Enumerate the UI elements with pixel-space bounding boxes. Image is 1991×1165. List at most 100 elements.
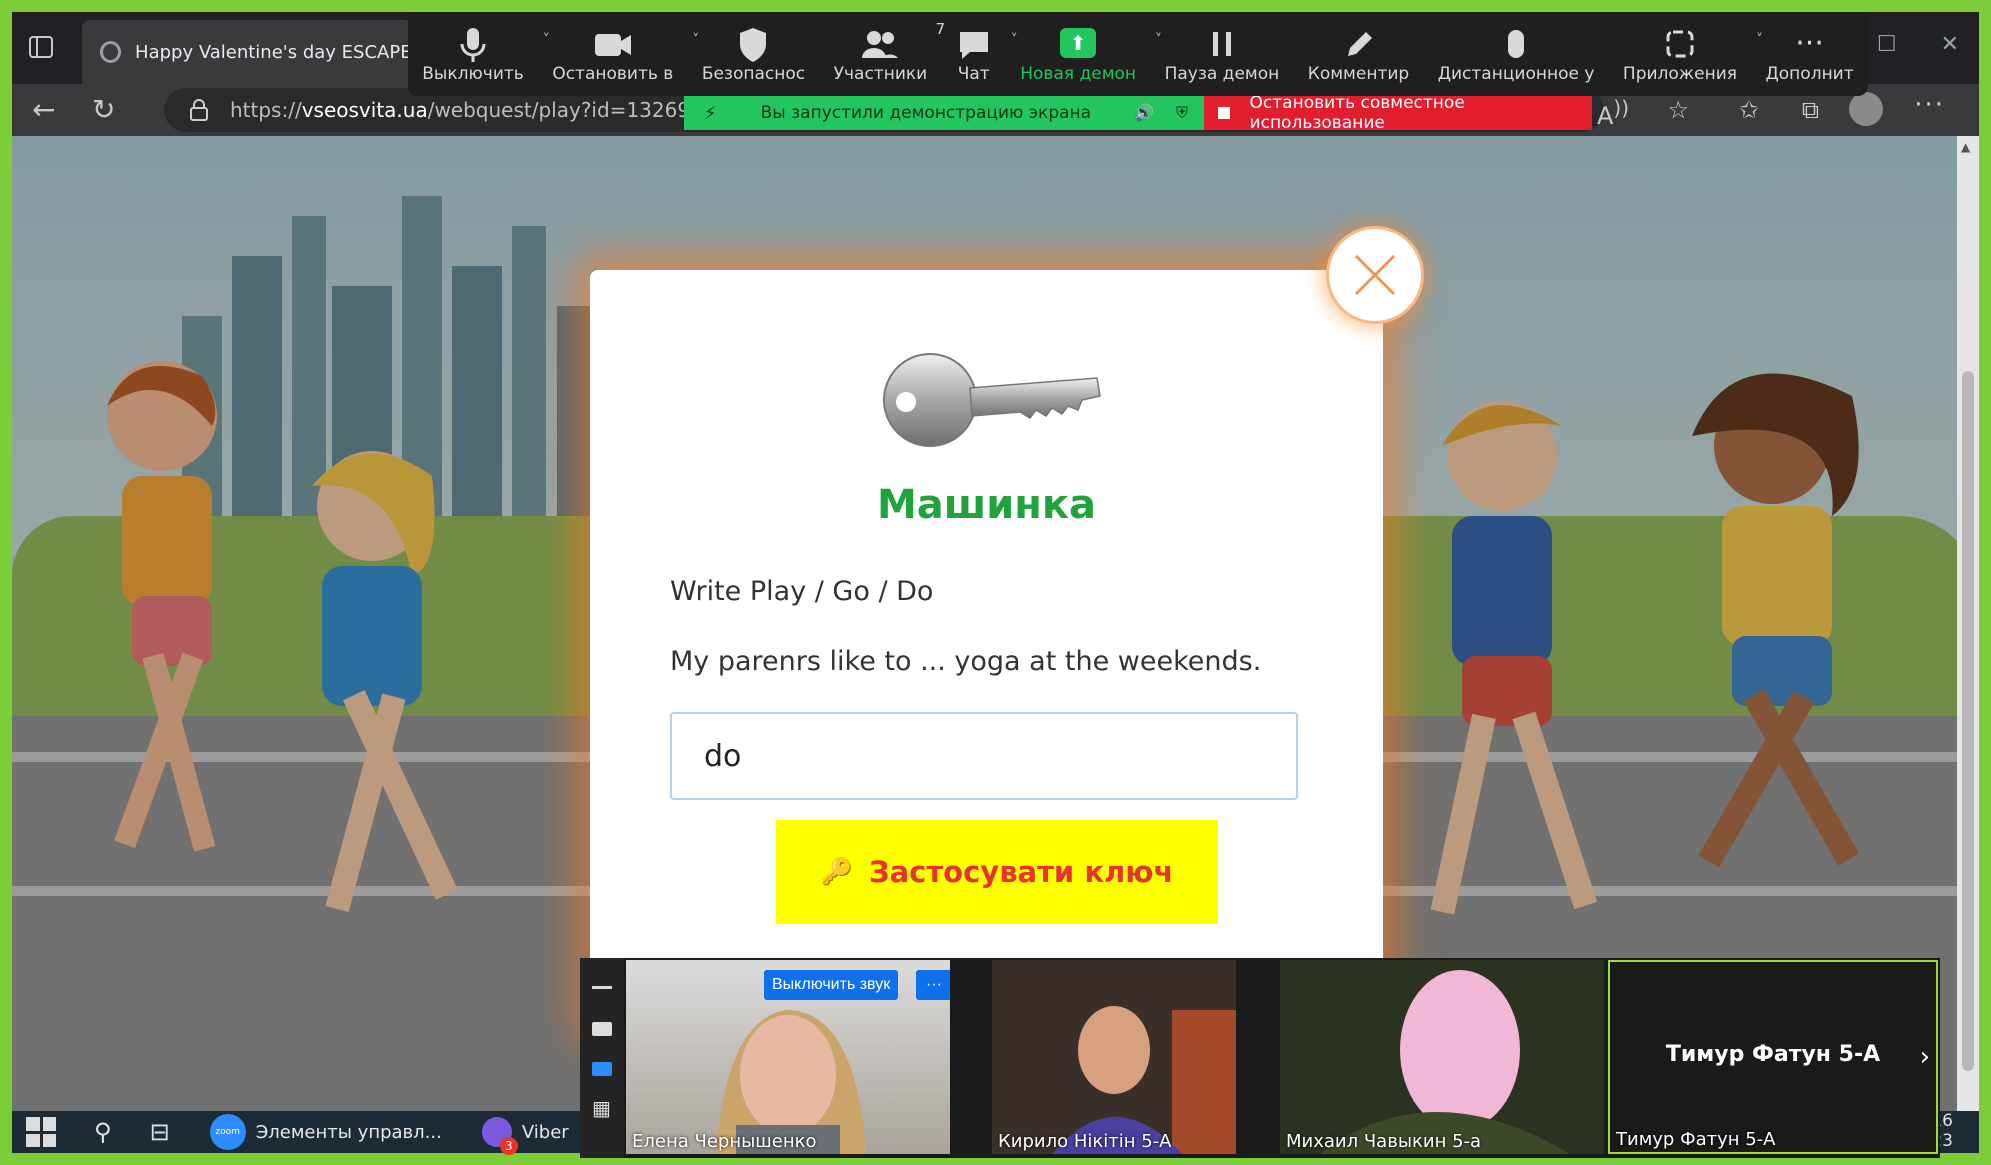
toolbar-label: Дистанционное у: [1437, 64, 1595, 84]
participant-tile[interactable]: Михаил Чавыкин 5-а: [1280, 960, 1604, 1154]
toolbar-label: Безопаснос: [701, 64, 806, 84]
minimize-strip-icon[interactable]: [592, 986, 612, 989]
screen-share-banner: ⚡ Вы запустили демонстрацию экрана 🔊 ⛨ О…: [684, 93, 1592, 133]
more-dots-icon: ···: [1795, 26, 1824, 61]
back-arrow-icon[interactable]: ←: [32, 94, 55, 126]
close-icon: [1354, 254, 1396, 296]
chat-toolbar-button[interactable]: ˅ Чат: [956, 24, 1018, 84]
maximize-icon[interactable]: ☐: [1877, 32, 1897, 57]
speaker-icon[interactable]: 🔊: [1134, 103, 1154, 122]
collections-icon[interactable]: ⧉: [1802, 96, 1819, 124]
apply-key-button[interactable]: 🔑 Застосувати ключ: [776, 820, 1218, 924]
taskbar-zoom-app[interactable]: zoom Элементы управл...: [209, 1114, 442, 1150]
video-strip-controls: ▦: [580, 958, 624, 1158]
viber-icon: 3: [481, 1117, 518, 1155]
annotate-toolbar-button[interactable]: Комментир: [1308, 24, 1409, 84]
new-share-toolbar-button[interactable]: ⬆ ˅ Новая демон: [1020, 24, 1162, 84]
toolbar-label: Новая демон: [1020, 64, 1137, 84]
participant-name: Михаил Чавыкин 5-а: [1286, 1131, 1482, 1152]
toolbar-label: Комментир: [1307, 64, 1410, 84]
browser-menu-icon[interactable]: ···: [1914, 90, 1945, 120]
share-screen-icon: ⬆: [1060, 28, 1097, 58]
stop-video-toolbar-button[interactable]: ˅ Остановить в: [552, 24, 699, 84]
shield-check-icon: ⛨: [1175, 103, 1188, 122]
participants-icon: [862, 31, 899, 58]
participant-name: Кирило Нікітін 5-А: [998, 1131, 1172, 1152]
participant-video: [1052, 1006, 1236, 1154]
close-window-icon[interactable]: ✕: [1941, 32, 1959, 57]
single-view-icon[interactable]: [592, 1022, 612, 1036]
share-status-text: Вы запустили демонстрацию экрана: [760, 103, 1092, 123]
pause-icon: [1212, 32, 1231, 56]
chevron-down-icon[interactable]: ˅: [1155, 32, 1162, 48]
add-favorite-icon[interactable]: ☆: [1667, 96, 1689, 124]
participant-tile[interactable]: Тимур Фатун 5-А Тимур Фатун 5-А: [1608, 960, 1938, 1154]
window-controls: ☐ ✕: [1877, 32, 1959, 57]
lock-icon: [190, 99, 208, 121]
url-domain: vseosvita.ua: [301, 98, 428, 122]
chevron-right-icon[interactable]: ›: [1920, 1042, 1930, 1072]
remote-control-toolbar-button[interactable]: Дистанционное у: [1437, 24, 1595, 84]
close-modal-button[interactable]: [1326, 226, 1424, 324]
security-toolbar-button[interactable]: Безопаснос: [702, 24, 805, 84]
toolbar-label: Пауза демон: [1164, 64, 1280, 84]
participant-tile[interactable]: Выключить звук ··· Елена Чернышенко: [626, 960, 950, 1154]
apps-toolbar-button[interactable]: ˅ Приложения: [1622, 24, 1763, 84]
mute-toolbar-button[interactable]: ˅ Выключить: [422, 24, 550, 84]
apply-key-label: Застосувати ключ: [869, 855, 1174, 889]
strip-view-icon[interactable]: [592, 1062, 612, 1076]
toolbar-label: Дополнит: [1765, 64, 1854, 84]
zoom-logo-icon: zoom: [209, 1114, 246, 1150]
profile-avatar-icon[interactable]: [1849, 92, 1883, 126]
windows-start-icon[interactable]: [26, 1117, 56, 1147]
grid-view-icon[interactable]: ▦: [592, 1098, 612, 1118]
page-scrollbar[interactable]: ▲ ▼: [1957, 136, 1979, 1153]
participant-name-placeholder: Тимур Фатун 5-А: [1665, 1042, 1881, 1067]
reload-icon[interactable]: ↻: [92, 94, 115, 126]
tab-title: Happy Valentine's day ESCAPE R: [135, 41, 412, 63]
stop-share-button[interactable]: Остановить совместное использование: [1204, 93, 1592, 133]
participant-name: Тимур Фатун 5-А: [1616, 1129, 1776, 1150]
participant-tile[interactable]: Кирило Нікітін 5-А: [992, 960, 1236, 1154]
participant-video: [1320, 970, 1570, 1154]
toolbar-label: Выключить: [422, 64, 524, 84]
chevron-down-icon[interactable]: ˅: [543, 32, 550, 48]
google-icon: [100, 41, 122, 63]
taskbar-zoom-label: Элементы управл...: [255, 1121, 442, 1143]
mute-participant-button[interactable]: Выключить звук: [764, 970, 899, 1000]
participants-count: 7: [935, 20, 946, 38]
key-small-icon: 🔑: [820, 857, 853, 887]
toolbar-label: Остановить в: [552, 64, 674, 84]
zoom-video-strip: ▦ Выключить звук ··· Елена Чернышенко Ки…: [580, 958, 1940, 1158]
share-status-bar: ⚡ Вы запустили демонстрацию экрана 🔊 ⛨: [684, 96, 1204, 130]
chevron-down-icon[interactable]: ˅: [1011, 32, 1018, 48]
more-toolbar-button[interactable]: ··· Дополнит: [1766, 24, 1854, 84]
pen-icon: [1348, 32, 1373, 56]
toolbar-label: Приложения: [1622, 64, 1737, 84]
chevron-down-icon[interactable]: ˅: [1756, 32, 1763, 48]
stop-square-icon: [1218, 107, 1230, 119]
search-icon[interactable]: ⚲: [94, 1118, 112, 1146]
task-instruction: Write Play / Go / Do: [670, 576, 934, 607]
chevron-down-icon[interactable]: ˅: [692, 32, 699, 48]
tab-actions-icon[interactable]: [28, 34, 54, 60]
pause-share-toolbar-button[interactable]: Пауза демон: [1164, 24, 1280, 84]
taskbar-viber-app[interactable]: 3 Viber: [481, 1117, 569, 1155]
task-view-icon[interactable]: ⊟: [150, 1118, 170, 1146]
scrollbar-thumb[interactable]: [1962, 371, 1974, 1071]
participants-toolbar-button[interactable]: 7 ˅ Участники: [833, 20, 982, 84]
video-camera-icon: [594, 34, 631, 56]
modal-title: Машинка: [876, 482, 1097, 528]
viber-notification-badge: 3: [499, 1137, 518, 1155]
favorites-icon[interactable]: ✩: [1739, 96, 1759, 124]
taskbar-viber-label: Viber: [521, 1121, 569, 1143]
zoom-meeting-toolbar: ˅ Выключить ˅ Остановить в Безопаснос 7 …: [408, 12, 1868, 96]
browser-tab[interactable]: Happy Valentine's day ESCAPE R: [82, 20, 412, 84]
key-icon: [883, 353, 1101, 447]
answer-input[interactable]: [670, 712, 1298, 800]
read-aloud-icon[interactable]: A)): [1597, 96, 1629, 130]
mouse-icon: [1508, 30, 1525, 58]
tile-more-button[interactable]: ···: [916, 970, 950, 1000]
toolbar-label: Участники: [833, 64, 928, 84]
scroll-up-icon[interactable]: ▲: [1961, 140, 1970, 154]
